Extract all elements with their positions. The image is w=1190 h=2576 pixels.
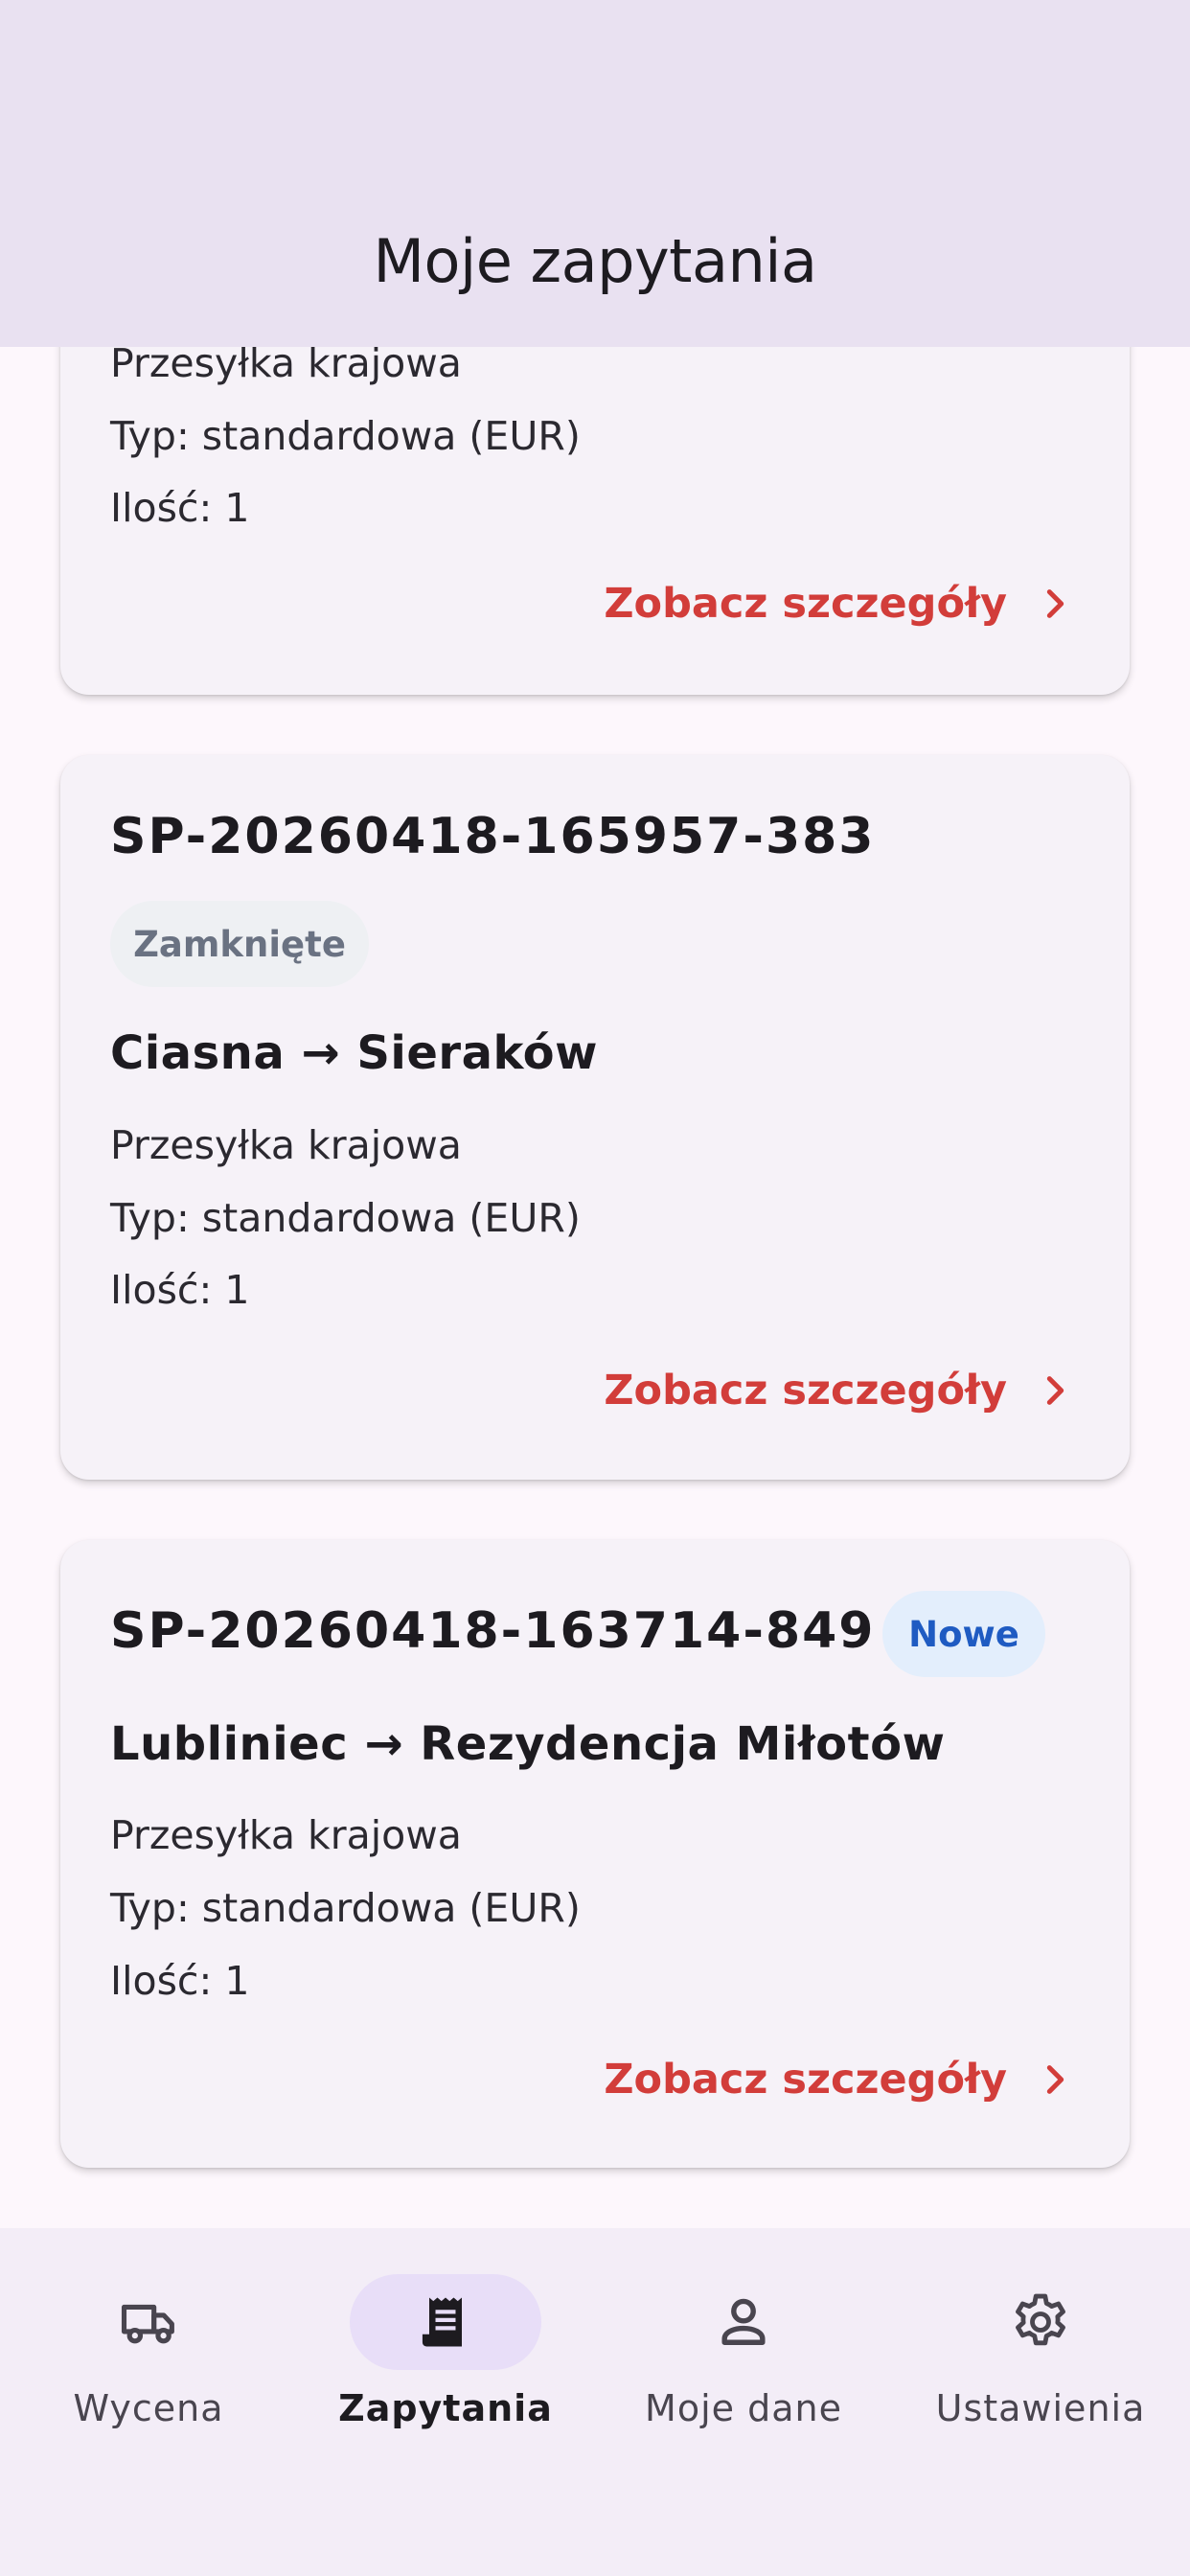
nav-label: Moje dane [645, 2387, 842, 2429]
app-bar: Moje zapytania [0, 0, 1190, 347]
details-link[interactable]: Zobacz szczegóły [604, 580, 1074, 628]
truck-icon [121, 2304, 174, 2344]
status-badge: Zamknięte [110, 901, 369, 987]
quantity: Ilość: 1 [110, 1267, 250, 1313]
bottom-navigation: Wycena Zapytania Moje dane Ustawienia [0, 2228, 1190, 2576]
person-icon [721, 2298, 766, 2345]
page-title: Moje zapytania [373, 226, 817, 296]
details-label: Zobacz szczegóły [604, 1367, 1007, 1414]
nav-label: Ustawienia [935, 2387, 1146, 2429]
transport-type: Typ: standardowa (EUR) [110, 1885, 581, 1931]
status-badge: Nowe [882, 1591, 1045, 1677]
shipment-type: Przesyłka krajowa [110, 340, 462, 386]
transport-type: Typ: standardowa (EUR) [110, 413, 581, 459]
chevron-right-icon [1046, 2065, 1064, 2094]
nav-item-moje-dane[interactable]: Moje dane [595, 2274, 892, 2466]
details-link[interactable]: Zobacz szczegóły [604, 2056, 1074, 2104]
nav-label: Wycena [73, 2387, 224, 2429]
nav-label: Zapytania [338, 2387, 553, 2429]
request-card[interactable]: SP-20260418-165957-383 Zamknięte Ciasna … [60, 755, 1130, 1480]
request-id: SP-20260418-163714-849 [110, 1602, 876, 1660]
nav-item-wycena[interactable]: Wycena [0, 2274, 297, 2466]
nav-item-zapytania[interactable]: Zapytania [297, 2274, 594, 2466]
receipt-icon [422, 2297, 462, 2347]
details-label: Zobacz szczegóły [604, 580, 1007, 628]
route-title: Ciasna → Sieraków [110, 1026, 598, 1080]
chevron-right-icon [1046, 1376, 1064, 1405]
details-label: Zobacz szczegóły [604, 2056, 1007, 2104]
details-link[interactable]: Zobacz szczegóły [604, 1367, 1074, 1414]
quantity: Ilość: 1 [110, 1958, 250, 2004]
route-title: Lubliniec → Rezydencja Miłotów [110, 1717, 946, 1771]
quantity: Ilość: 1 [110, 485, 250, 531]
chevron-right-icon [1046, 589, 1064, 618]
shipment-type: Przesyłka krajowa [110, 1122, 462, 1168]
gear-icon [1016, 2293, 1065, 2346]
request-card[interactable]: SP-20260418-163714-849 Nowe Lubliniec → … [60, 1540, 1130, 2168]
transport-type: Typ: standardowa (EUR) [110, 1195, 581, 1241]
shipment-type: Przesyłka krajowa [110, 1812, 462, 1858]
request-id: SP-20260418-165957-383 [110, 808, 876, 865]
nav-item-ustawienia[interactable]: Ustawienia [892, 2274, 1189, 2466]
